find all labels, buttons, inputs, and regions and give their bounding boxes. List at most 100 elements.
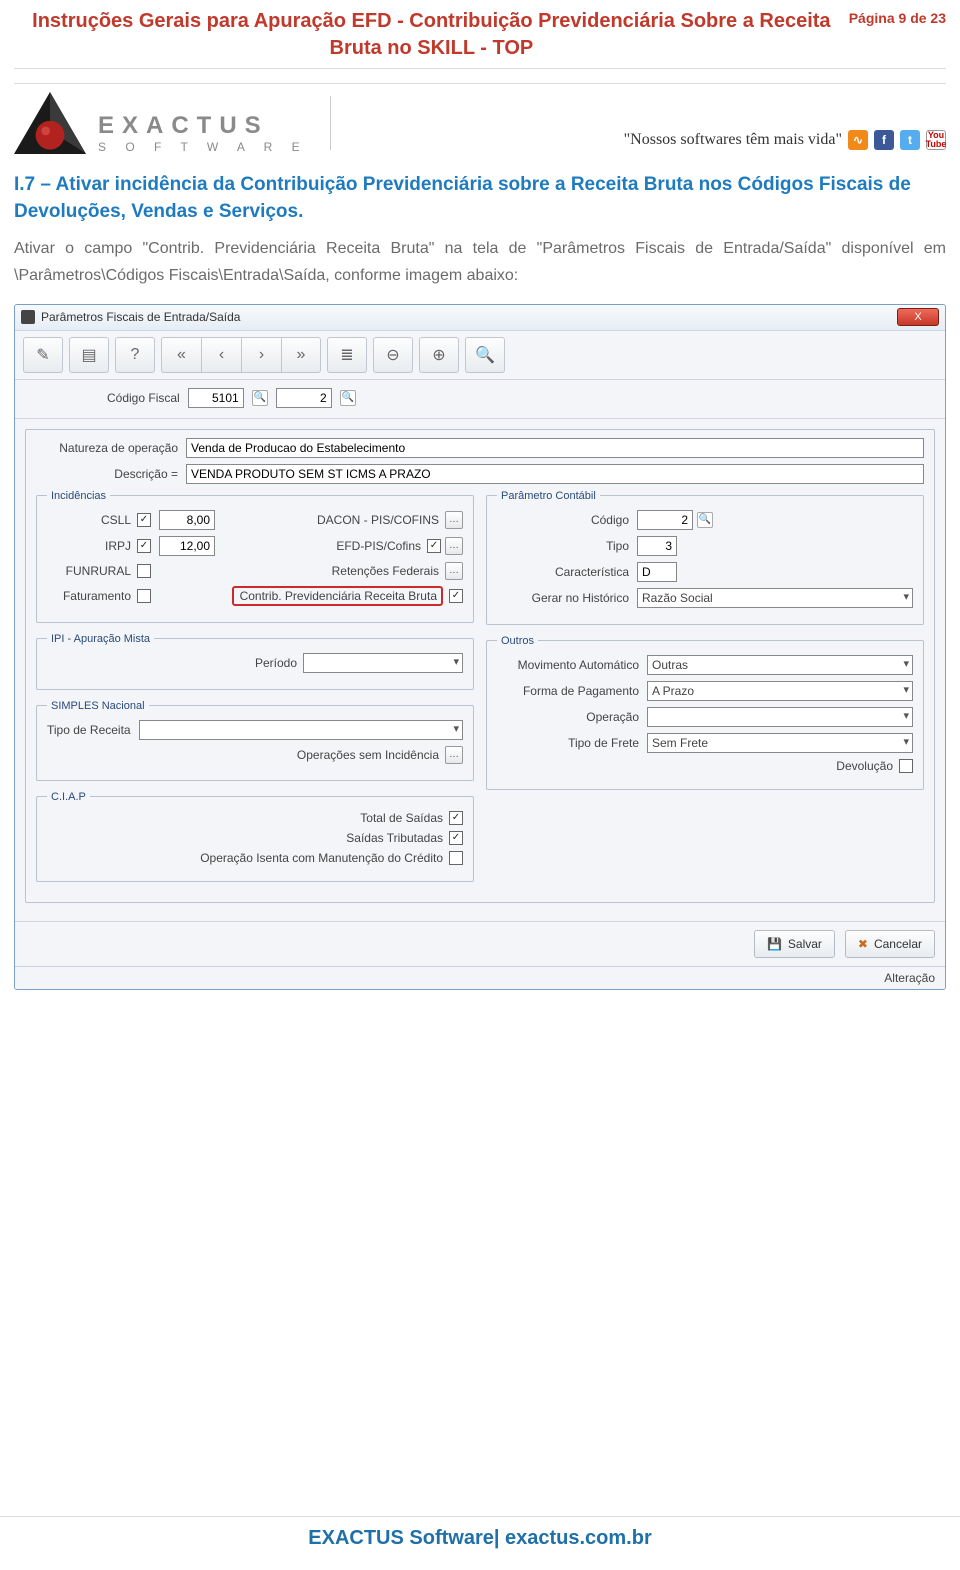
toolbar-remove-button[interactable]: ⊖ [373, 337, 413, 373]
brand-logo-icon [14, 92, 86, 154]
retencoes-button[interactable]: … [445, 562, 463, 580]
op-sem-incid-button[interactable]: … [445, 746, 463, 764]
rss-icon[interactable]: ∿ [848, 130, 868, 150]
document-footer: EXACTUS Software| exactus.com.br [0, 1516, 960, 1550]
irpj-checkbox[interactable]: ✓ [137, 539, 151, 553]
window-title: Parâmetros Fiscais de Entrada/Saída [41, 310, 240, 324]
gerar-historico-select[interactable]: Razão Social [637, 588, 913, 608]
app-window: Parâmetros Fiscais de Entrada/Saída X ✎ … [14, 304, 946, 990]
tipo-receita-label: Tipo de Receita [47, 723, 139, 737]
toolbar: ✎ ▤ ? « ‹ › » ≣ ⊖ ⊕ 🔍 [15, 331, 945, 380]
devolucao-label: Devolução [836, 759, 899, 773]
faturamento-label: Faturamento [47, 589, 137, 603]
window-status-bar: Alteração [15, 966, 945, 989]
codigo-fiscal-label: Código Fiscal [107, 391, 180, 405]
cancel-icon: ✖ [858, 937, 868, 951]
op-isenta-checkbox[interactable] [449, 851, 463, 865]
irpj-input[interactable] [159, 536, 215, 556]
window-icon [21, 310, 35, 324]
contrib-highlight: Contrib. Previdenciária Receita Bruta [232, 586, 443, 606]
csll-label: CSLL [47, 513, 137, 527]
parametro-contabil-legend: Parâmetro Contábil [497, 490, 600, 502]
toolbar-edit-button[interactable]: ✎ [23, 337, 63, 373]
simples-legend: SIMPLES Nacional [47, 700, 149, 712]
simples-group: SIMPLES Nacional Tipo de Receita Operaçõ… [36, 700, 474, 781]
codigo-label: Código [497, 513, 637, 527]
cancelar-button[interactable]: ✖ Cancelar [845, 930, 935, 958]
saidas-trib-checkbox[interactable]: ✓ [449, 831, 463, 845]
page-number: Página 9 de 23 [849, 8, 946, 26]
lookup-icon[interactable]: 🔍 [697, 512, 713, 528]
operacao-label: Operação [497, 710, 647, 724]
ipi-group: IPI - Apuração Mista Período [36, 633, 474, 690]
periodo-select[interactable] [303, 653, 463, 673]
ciap-group: C.I.A.P Total de Saídas ✓ Saídas Tributa… [36, 791, 474, 882]
toolbar-next-button[interactable]: › [241, 337, 281, 373]
ciap-legend: C.I.A.P [47, 791, 90, 803]
tipo-frete-label: Tipo de Frete [497, 736, 647, 750]
toolbar-prev-button[interactable]: ‹ [201, 337, 241, 373]
op-sem-incid-label: Operações sem Incidência [47, 748, 445, 762]
retencoes-label: Retenções Federais [215, 564, 445, 578]
contrib-checkbox[interactable]: ✓ [449, 589, 463, 603]
window-close-button[interactable]: X [897, 308, 939, 326]
csll-input[interactable] [159, 510, 215, 530]
saidas-trib-label: Saídas Tributadas [47, 831, 449, 845]
toolbar-last-button[interactable]: » [281, 337, 321, 373]
codigo-fiscal-input-1[interactable] [188, 388, 244, 408]
mov-auto-select[interactable]: Outras [647, 655, 913, 675]
lookup-icon[interactable]: 🔍 [340, 390, 356, 406]
salvar-button[interactable]: 💾 Salvar [754, 930, 835, 958]
facebook-icon[interactable]: f [874, 130, 894, 150]
youtube-icon[interactable]: You Tube [926, 130, 946, 150]
natureza-input[interactable] [186, 438, 924, 458]
toolbar-search-button[interactable]: 🔍 [465, 337, 505, 373]
forma-pag-label: Forma de Pagamento [497, 684, 647, 698]
descricao-input[interactable] [186, 464, 924, 484]
brand-name-top: EXACTUS [98, 112, 308, 140]
mov-auto-label: Movimento Automático [497, 658, 647, 672]
toolbar-nav-group: « ‹ › » [161, 337, 321, 373]
total-saidas-label: Total de Saídas [47, 811, 449, 825]
devolucao-checkbox[interactable] [899, 759, 913, 773]
toolbar-help-button[interactable]: ? [115, 337, 155, 373]
natureza-label: Natureza de operação [36, 441, 186, 455]
dacon-label: DACON - PIS/COFINS [215, 513, 445, 527]
incidencias-legend: Incidências [47, 490, 110, 502]
brand-separator [330, 96, 331, 150]
window-titlebar: Parâmetros Fiscais de Entrada/Saída X [15, 305, 945, 331]
tipo-receita-select[interactable] [139, 720, 463, 740]
faturamento-checkbox[interactable] [137, 589, 151, 603]
toolbar-add-button[interactable]: ⊕ [419, 337, 459, 373]
lookup-icon[interactable]: 🔍 [252, 390, 268, 406]
total-saidas-checkbox[interactable]: ✓ [449, 811, 463, 825]
tipo-input[interactable] [637, 536, 677, 556]
toolbar-first-button[interactable]: « [161, 337, 201, 373]
funrural-label: FUNRURAL [47, 564, 137, 578]
brand-row: EXACTUS S O F T W A R E "Nossos software… [14, 92, 946, 154]
caracteristica-input[interactable] [637, 562, 677, 582]
codigo-fiscal-input-2[interactable] [276, 388, 332, 408]
efd-button[interactable]: … [445, 537, 463, 555]
toolbar-list-button[interactable]: ≣ [327, 337, 367, 373]
codigo-input[interactable] [637, 510, 693, 530]
ipi-legend: IPI - Apuração Mista [47, 633, 154, 645]
twitter-icon[interactable]: t [900, 130, 920, 150]
tipo-label: Tipo [497, 539, 637, 553]
parametro-contabil-group: Parâmetro Contábil Código 🔍 Tipo [486, 490, 924, 625]
forma-pag-select[interactable]: A Prazo [647, 681, 913, 701]
tipo-frete-select[interactable]: Sem Frete [647, 733, 913, 753]
op-isenta-label: Operação Isenta com Manutenção do Crédit… [47, 851, 449, 865]
document-title: Instruções Gerais para Apuração EFD - Co… [14, 8, 849, 62]
funrural-checkbox[interactable] [137, 564, 151, 578]
operacao-select[interactable] [647, 707, 913, 727]
csll-checkbox[interactable]: ✓ [137, 513, 151, 527]
salvar-label: Salvar [788, 937, 822, 951]
dacon-button[interactable]: … [445, 511, 463, 529]
descricao-label: Descrição = [36, 467, 186, 481]
codigo-fiscal-row: Código Fiscal 🔍 🔍 [15, 380, 945, 419]
outros-legend: Outros [497, 635, 538, 647]
section-body: Ativar o campo "Contrib. Previdenciária … [14, 235, 946, 289]
toolbar-calc-button[interactable]: ▤ [69, 337, 109, 373]
efd-checkbox[interactable]: ✓ [427, 539, 441, 553]
